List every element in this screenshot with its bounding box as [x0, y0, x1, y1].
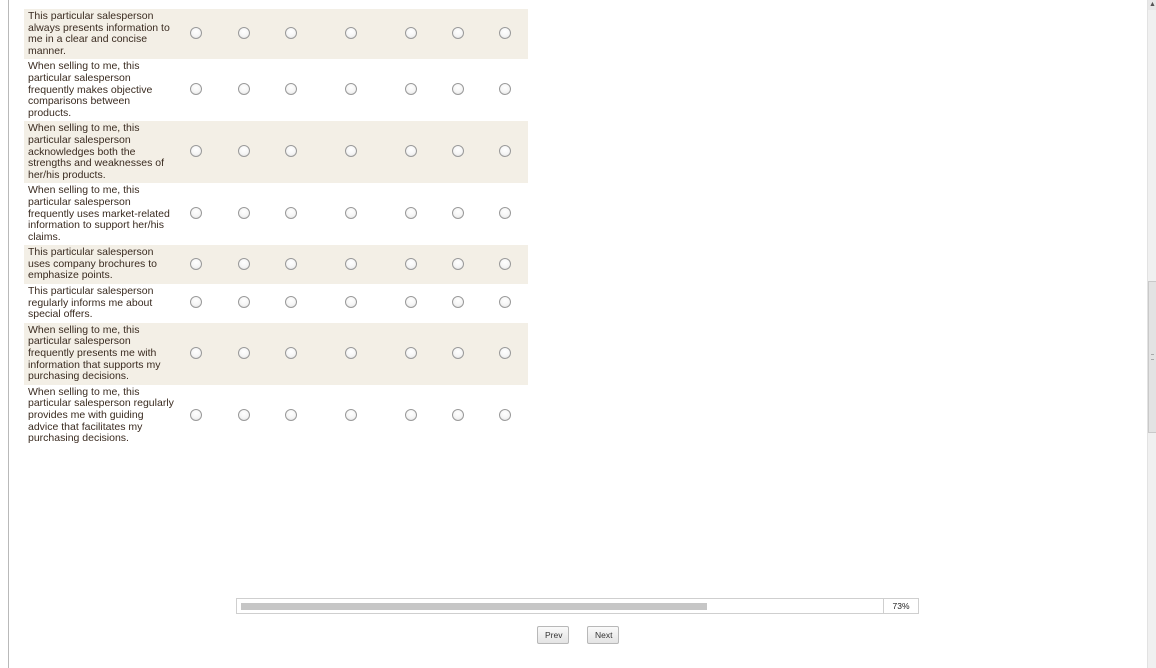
radio-option-3[interactable] — [285, 83, 297, 96]
radio-option-2[interactable] — [238, 408, 250, 421]
left-border — [8, 0, 9, 668]
radio-option-1[interactable] — [190, 207, 202, 220]
row-options — [174, 183, 528, 245]
radio-option-7[interactable] — [499, 83, 511, 96]
row-options — [174, 385, 528, 447]
scrollbar-thumb[interactable] — [1148, 281, 1156, 433]
radio-option-4[interactable] — [345, 145, 357, 158]
radio-option-7[interactable] — [499, 257, 511, 270]
row-statement: When selling to me, this particular sale… — [28, 184, 170, 243]
row-statement: This particular salesperson regularly in… — [28, 285, 154, 321]
matrix-row: When selling to me, this particular sale… — [24, 121, 528, 184]
progress-bar — [236, 598, 884, 614]
radio-option-4[interactable] — [345, 207, 357, 220]
row-statement: This particular salesperson uses company… — [28, 246, 157, 282]
row-options — [174, 59, 528, 121]
radio-option-7[interactable] — [499, 296, 511, 309]
radio-option-2[interactable] — [238, 257, 250, 270]
radio-option-1[interactable] — [190, 346, 202, 359]
survey-page: This particular salesperson always prese… — [0, 0, 1156, 668]
matrix-row: When selling to me, this particular sale… — [24, 385, 528, 447]
radio-option-5[interactable] — [405, 257, 417, 270]
radio-option-6[interactable] — [452, 207, 464, 220]
radio-option-6[interactable] — [452, 296, 464, 309]
row-options — [174, 121, 528, 183]
radio-option-7[interactable] — [499, 27, 511, 40]
prev-button[interactable]: Prev — [537, 626, 569, 644]
radio-option-3[interactable] — [285, 145, 297, 158]
radio-option-5[interactable] — [405, 346, 417, 359]
row-options — [174, 9, 528, 59]
radio-option-2[interactable] — [238, 83, 250, 96]
radio-option-4[interactable] — [345, 27, 357, 40]
radio-option-1[interactable] — [190, 27, 202, 40]
next-button[interactable]: Next — [587, 626, 619, 644]
chevron-up-icon[interactable]: ▲ — [1148, 0, 1156, 10]
radio-option-6[interactable] — [452, 346, 464, 359]
radio-option-6[interactable] — [452, 27, 464, 40]
radio-option-1[interactable] — [190, 83, 202, 96]
radio-option-5[interactable] — [405, 27, 417, 40]
radio-option-7[interactable] — [499, 346, 511, 359]
radio-option-6[interactable] — [452, 257, 464, 270]
progress-percent-label: 73% — [884, 598, 919, 614]
radio-option-5[interactable] — [405, 296, 417, 309]
vertical-scrollbar[interactable]: ▲ — [1147, 0, 1156, 668]
radio-option-1[interactable] — [190, 145, 202, 158]
radio-option-3[interactable] — [285, 346, 297, 359]
matrix-row: This particular salesperson regularly in… — [24, 284, 528, 323]
matrix-row: When selling to me, this particular sale… — [24, 322, 528, 385]
row-statement: This particular salesperson always prese… — [28, 10, 170, 57]
radio-option-3[interactable] — [285, 296, 297, 309]
radio-option-2[interactable] — [238, 346, 250, 359]
radio-option-5[interactable] — [405, 408, 417, 421]
radio-option-1[interactable] — [190, 257, 202, 270]
radio-option-7[interactable] — [499, 145, 511, 158]
row-statement: When selling to me, this particular sale… — [28, 323, 161, 383]
radio-option-4[interactable] — [345, 83, 357, 96]
radio-option-3[interactable] — [285, 257, 297, 270]
radio-option-2[interactable] — [238, 207, 250, 220]
radio-option-7[interactable] — [499, 408, 511, 421]
radio-option-2[interactable] — [238, 296, 250, 309]
radio-option-1[interactable] — [190, 408, 202, 421]
row-statement: When selling to me, this particular sale… — [28, 385, 174, 445]
radio-option-2[interactable] — [238, 27, 250, 40]
progress-fill — [241, 603, 707, 610]
radio-option-3[interactable] — [285, 207, 297, 220]
row-options — [174, 284, 528, 323]
matrix-row: This particular salesperson uses company… — [24, 245, 528, 285]
radio-option-2[interactable] — [238, 145, 250, 158]
row-options — [174, 245, 528, 284]
radio-option-1[interactable] — [190, 296, 202, 309]
radio-option-5[interactable] — [405, 145, 417, 158]
radio-option-6[interactable] — [452, 83, 464, 96]
likert-matrix: This particular salesperson always prese… — [24, 9, 528, 447]
matrix-row: When selling to me, this particular sale… — [24, 59, 528, 121]
radio-option-3[interactable] — [285, 408, 297, 421]
radio-option-7[interactable] — [499, 207, 511, 220]
radio-option-5[interactable] — [405, 207, 417, 220]
radio-option-4[interactable] — [345, 408, 357, 421]
radio-option-4[interactable] — [345, 346, 357, 359]
matrix-row: When selling to me, this particular sale… — [24, 183, 528, 245]
radio-option-3[interactable] — [285, 27, 297, 40]
radio-option-6[interactable] — [452, 145, 464, 158]
radio-option-4[interactable] — [345, 257, 357, 270]
row-statement: When selling to me, this particular sale… — [28, 122, 164, 181]
grip-icon — [1151, 354, 1154, 360]
radio-option-6[interactable] — [452, 408, 464, 421]
radio-option-5[interactable] — [405, 83, 417, 96]
matrix-row: This particular salesperson always prese… — [24, 9, 528, 60]
row-statement: When selling to me, this particular sale… — [28, 60, 153, 119]
row-options — [174, 323, 528, 385]
radio-option-4[interactable] — [345, 296, 357, 309]
